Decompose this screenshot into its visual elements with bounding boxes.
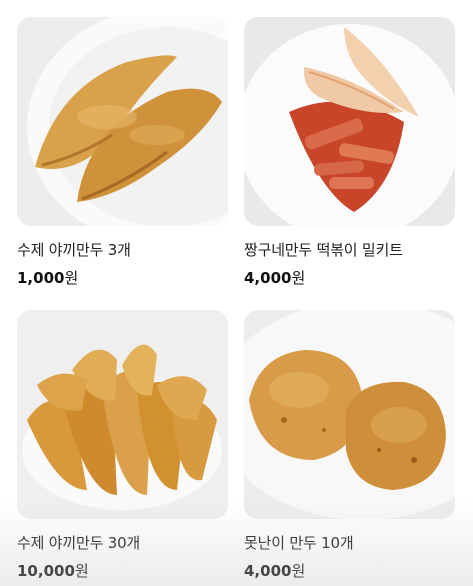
product-card[interactable]: 수제 야끼만두 3개 1,000원	[17, 17, 228, 297]
product-card[interactable]: 못난이 만두 10개 4,000원	[244, 310, 455, 586]
product-name[interactable]: 수제 야끼만두 30개	[17, 532, 140, 553]
product-name[interactable]: 수제 야끼만두 3개	[17, 239, 131, 260]
product-name[interactable]: 짱구네만두 떡볶이 밀키트	[244, 239, 403, 260]
product-image-fried-dumplings-30[interactable]	[17, 310, 228, 519]
product-grid: 수제 야끼만두 3개 1,000원 짱구네만두 떡볶이 밀키트 4,000원 수…	[0, 0, 473, 586]
product-price: 4,000원	[244, 267, 305, 288]
product-price: 4,000원	[244, 560, 305, 581]
product-image-ugly-dumplings[interactable]	[244, 310, 455, 519]
product-image-fried-dumplings-3[interactable]	[17, 17, 228, 226]
product-card[interactable]: 짱구네만두 떡볶이 밀키트 4,000원	[244, 17, 455, 297]
price-value: 4,000	[244, 269, 292, 287]
product-card[interactable]: 수제 야끼만두 30개 10,000원	[17, 310, 228, 586]
product-price: 1,000원	[17, 267, 78, 288]
price-value: 1,000	[17, 269, 65, 287]
price-unit: 원	[291, 562, 306, 580]
product-price: 10,000원	[17, 560, 89, 581]
product-image-tteokbokki-meal-kit[interactable]	[244, 17, 455, 226]
price-unit: 원	[64, 269, 79, 287]
price-unit: 원	[291, 269, 306, 287]
price-value: 10,000	[17, 562, 75, 580]
price-value: 4,000	[244, 562, 292, 580]
product-name[interactable]: 못난이 만두 10개	[244, 532, 354, 553]
price-unit: 원	[74, 562, 89, 580]
